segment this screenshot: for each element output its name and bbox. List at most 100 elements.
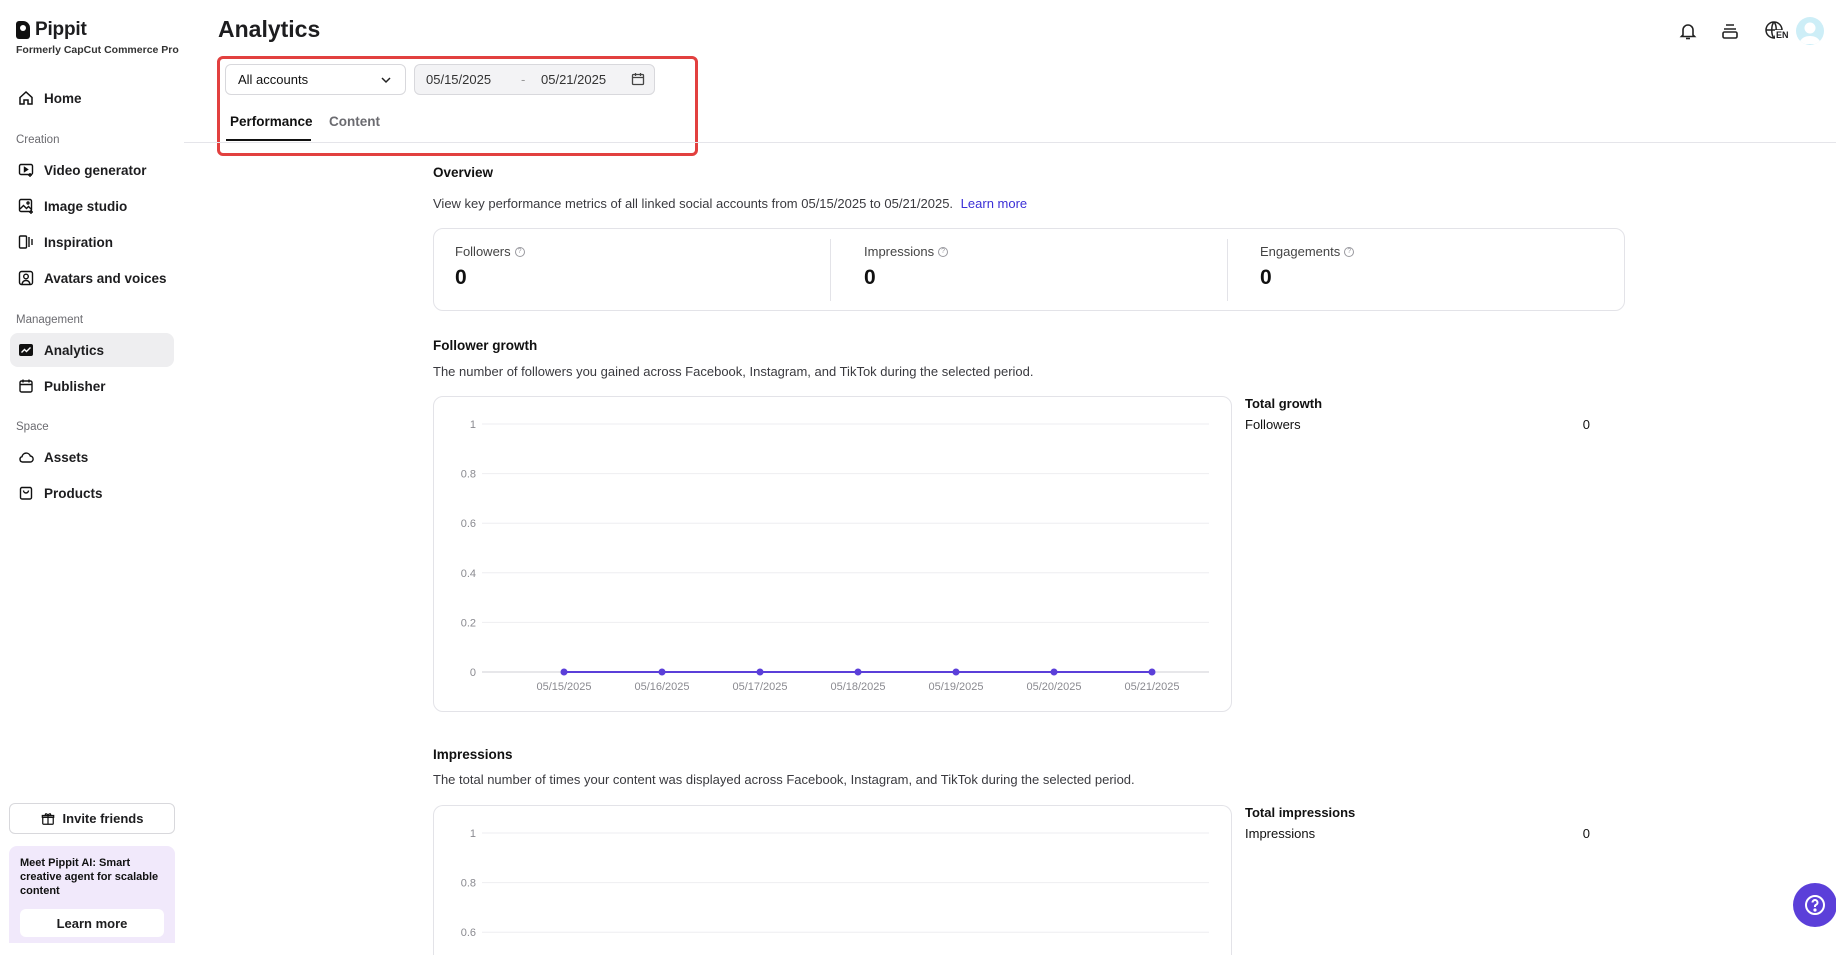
follower-chart-data-point[interactable] [952,668,960,676]
impressions-chart: 1 0.8 0.6 [433,805,1232,955]
sidebar-item-label: Image studio [44,198,128,214]
section-label-management: Management [16,314,84,326]
sidebar-item-assets[interactable]: Assets [10,440,174,474]
question-circle-icon [1805,895,1825,915]
gift-icon [41,812,54,825]
video-plus-icon [18,163,34,177]
sidebar-item-label: Inspiration [44,234,114,250]
app-logo[interactable]: Pippit [16,19,87,41]
follower-chart-xtick-label: 05/15/2025 [536,681,591,693]
avatar[interactable] [1796,17,1824,45]
tab-performance[interactable]: Performance [230,114,313,129]
sidebar: Pippit Formerly CapCut Commerce Pro Home… [0,0,184,943]
follower-chart-data-point[interactable] [658,668,666,676]
date-start-field[interactable]: 05/15/2025 [426,72,491,87]
follower-chart-data-point[interactable] [1148,668,1156,676]
total-impressions-label: Impressions [1245,826,1316,841]
invite-friends-button[interactable]: Invite friends [9,803,175,834]
total-impressions-row: Impressions 0 [1245,826,1590,841]
stack-icon [1722,24,1738,39]
account-select[interactable]: All accounts [225,64,406,95]
calendar-icon[interactable] [631,72,645,86]
metric-divider [830,239,831,301]
sidebar-item-products[interactable]: Products [10,476,174,510]
follower-chart-data-point[interactable] [560,668,568,676]
notifications-button[interactable] [1675,18,1701,44]
help-question-icon[interactable]: ? [1344,246,1355,257]
metric-followers: Followers? 0 [455,244,525,290]
user-avatar-icon [1799,22,1821,44]
date-separator: - [521,72,526,87]
metric-impressions: Impressions? 0 [864,244,949,290]
section-label-creation: Creation [16,134,60,146]
page-title: Analytics [218,16,321,42]
follower-growth-description: The number of followers you gained acros… [433,364,1034,379]
sidebar-item-image-studio[interactable]: Image studio [10,189,174,223]
avatar-icon [18,270,34,286]
promo-learn-more-button[interactable]: Learn more [20,909,164,937]
follower-chart-ytick-label: 0.8 [461,469,476,481]
date-range-picker[interactable]: 05/15/2025 - 05/21/2025 [414,64,655,95]
impressions-chart-ytick-label: 0.6 [461,927,476,939]
help-question-icon[interactable]: ? [938,246,949,257]
language-button[interactable]: EN [1759,18,1791,44]
sidebar-item-label: Publisher [44,378,106,394]
date-end-field[interactable]: 05/21/2025 [541,72,606,87]
follower-growth-chart-svg: 1 0.8 0.6 0.4 0.2 0 05/15/2025 05/16/2025 05/17/… [461,419,1209,693]
analytics-icon [19,344,33,356]
sidebar-item-inspiration[interactable]: Inspiration [10,225,174,259]
sidebar-item-avatars-and-voices[interactable]: Avatars and voices [10,261,174,295]
pippit-logo-icon [16,21,30,39]
active-tab-indicator [226,139,311,141]
logo-subtitle: Formerly CapCut Commerce Pro [16,44,179,56]
total-growth-title: Total growth [1245,396,1323,411]
follower-chart-xtick-label: 05/16/2025 [634,681,689,693]
sidebar-item-video-generator[interactable]: Video generator [10,153,174,187]
calendar-icon [19,379,33,393]
tab-content[interactable]: Content [329,114,380,129]
overview-title: Overview [433,165,494,180]
section-label-space: Space [16,421,49,433]
layers-button[interactable] [1717,18,1743,44]
total-impressions-value: 0 [1582,826,1590,841]
invite-friends-label: Invite friends [62,811,144,826]
follower-chart-data-point[interactable] [1050,668,1058,676]
follower-growth-title: Follower growth [433,338,538,353]
impressions-description: The total number of times your content w… [433,772,1135,787]
overview-description: View key performance metrics of all link… [433,196,1027,211]
sidebar-item-analytics[interactable]: Analytics [10,333,174,367]
learn-more-link[interactable]: Learn more [961,196,1027,211]
overview-description-text: View key performance metrics of all link… [433,196,954,211]
total-impressions-title: Total impressions [1245,805,1356,820]
metric-value: 0 [1260,266,1272,289]
follower-chart-xtick-label: 05/17/2025 [732,681,787,693]
sidebar-item-label: Avatars and voices [44,270,167,286]
inspiration-icon [18,235,33,249]
metric-engagements: Engagements? 0 [1260,244,1355,290]
help-question-icon[interactable]: ? [514,246,525,257]
follower-chart-xtick-label: 05/21/2025 [1124,681,1179,693]
follower-chart-xtick-label: 05/18/2025 [830,681,885,693]
account-select-value: All accounts [238,72,309,87]
bag-icon [19,486,33,500]
header-divider [184,142,1836,143]
sidebar-item-label: Home [44,90,82,106]
total-growth-row: Followers 0 [1245,417,1590,432]
follower-chart-data-point[interactable] [854,668,862,676]
follower-chart-data-point[interactable] [756,668,764,676]
metrics-card: Followers? 0 Impressions? 0 Engagements?… [433,228,1625,311]
sidebar-item-home[interactable]: Home [10,81,174,115]
follower-chart-ytick-label: 0.6 [461,518,476,530]
language-badge: EN [1775,30,1790,40]
help-button[interactable] [1793,883,1836,927]
follower-chart-xtick-label: 05/19/2025 [928,681,983,693]
promo-text: Meet Pippit AI: Smart creative agent for… [20,857,159,897]
follower-chart-ytick-label: 0.4 [461,568,476,580]
sidebar-item-label: Video generator [44,162,147,178]
home-icon [19,90,33,105]
impressions-chart-ytick-label: 0.8 [461,878,476,890]
impressions-chart-svg: 1 0.8 0.6 [461,828,1209,939]
sidebar-item-publisher[interactable]: Publisher [10,369,174,403]
follower-growth-chart: 1 0.8 0.6 0.4 0.2 0 05/15/2025 05/16/2025 05/17/… [433,396,1232,712]
metric-value: 0 [455,266,467,289]
